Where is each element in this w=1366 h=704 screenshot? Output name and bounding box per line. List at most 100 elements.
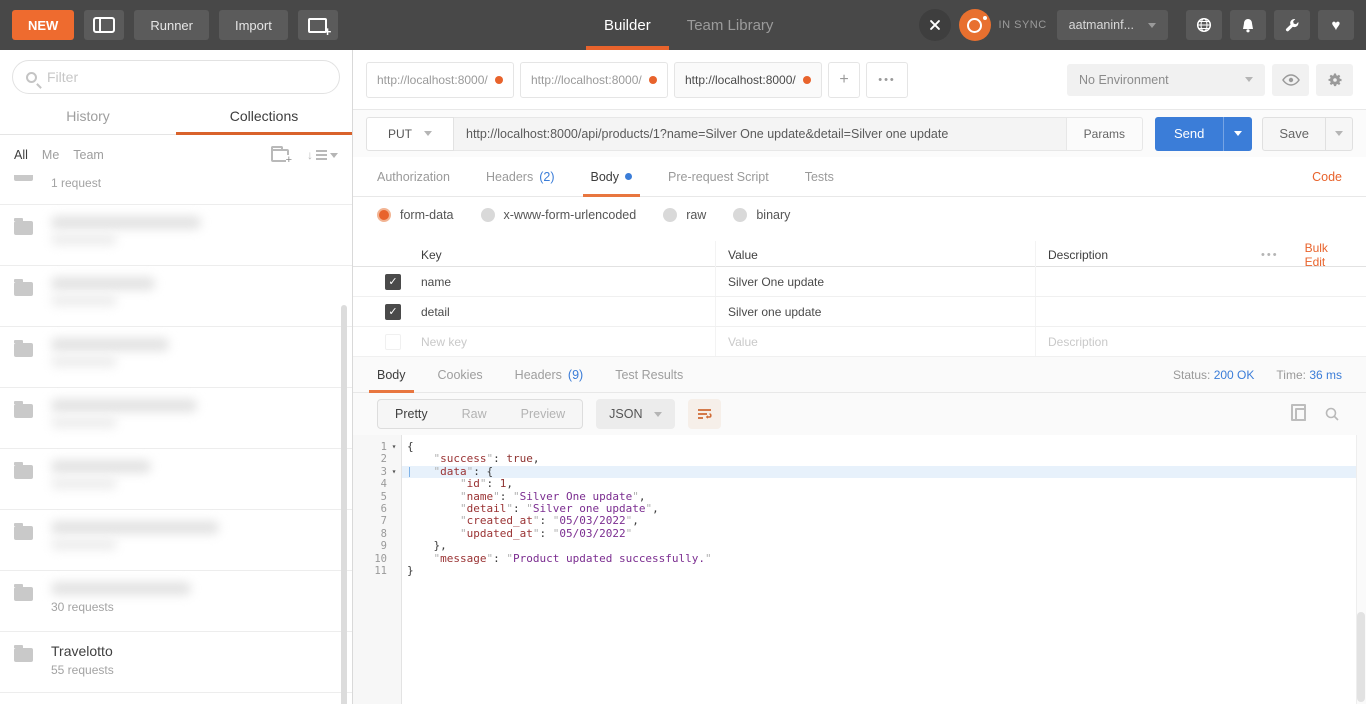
radio-binary[interactable]: binary: [733, 208, 790, 222]
new-description-input[interactable]: Description: [1035, 327, 1261, 356]
key-cell[interactable]: name: [409, 267, 715, 296]
request-tab[interactable]: http://localhost:8000/: [366, 62, 514, 98]
layout-toggle-button[interactable]: [84, 10, 124, 40]
collection-item[interactable]: 30 requests: [0, 571, 352, 632]
environment-selector[interactable]: No Environment: [1067, 64, 1265, 96]
view-mode-pretty[interactable]: Pretty: [378, 400, 445, 428]
radio-form-data[interactable]: form-data: [377, 208, 454, 222]
url-input[interactable]: http://localhost:8000/api/products/1?nam…: [454, 117, 1067, 151]
new-key-input[interactable]: New key: [409, 327, 715, 356]
collections-scope-row: All Me Team ↓: [0, 135, 352, 175]
filter-input[interactable]: [47, 69, 326, 85]
new-button[interactable]: NEW: [12, 10, 74, 40]
favorites-button[interactable]: ♥: [1318, 10, 1354, 40]
tab-headers[interactable]: Headers (2): [486, 157, 555, 197]
new-value-input[interactable]: Value: [715, 327, 1035, 356]
collection-item[interactable]: [0, 327, 352, 388]
environment-settings-button[interactable]: [1316, 64, 1353, 96]
tab-history[interactable]: History: [0, 100, 176, 134]
fold-arrow-icon[interactable]: ▾: [387, 466, 401, 478]
save-button[interactable]: Save: [1262, 117, 1353, 151]
language-selector[interactable]: JSON: [596, 399, 675, 429]
collection-subtitle: [51, 539, 117, 550]
response-scrollbar-thumb[interactable]: [1357, 612, 1365, 702]
sidebar-scrollbar[interactable]: [341, 305, 347, 704]
save-options-caret[interactable]: [1325, 118, 1352, 150]
environment-preview-button[interactable]: [1272, 64, 1309, 96]
generate-code-link[interactable]: Code: [1312, 170, 1342, 184]
description-cell[interactable]: [1035, 267, 1261, 296]
wrap-text-button[interactable]: [688, 399, 721, 429]
method-selector[interactable]: PUT: [366, 117, 454, 151]
new-collection-icon[interactable]: [271, 149, 289, 162]
runner-button[interactable]: Runner: [134, 10, 209, 40]
copy-response-icon[interactable]: [1295, 408, 1306, 421]
radio-x-www-form-urlencoded[interactable]: x-www-form-urlencoded: [481, 208, 637, 222]
table-more-button[interactable]: •••: [1261, 249, 1279, 261]
checkbox-column-header: [365, 241, 409, 269]
import-button[interactable]: Import: [219, 10, 288, 40]
settings-wrench-button[interactable]: [1274, 10, 1310, 40]
filter-search[interactable]: [12, 60, 340, 94]
bulk-edit-link[interactable]: Bulk Edit: [1305, 241, 1348, 269]
sort-icon[interactable]: ↓: [307, 148, 338, 162]
send-button[interactable]: Send: [1155, 117, 1252, 151]
response-tab-cookies[interactable]: Cookies: [438, 357, 483, 393]
tab-team-library[interactable]: Team Library: [669, 0, 792, 50]
request-tab[interactable]: http://localhost:8000/: [520, 62, 668, 98]
tab-collections[interactable]: Collections: [176, 100, 352, 134]
view-mode-preview[interactable]: Preview: [504, 400, 582, 428]
tab-tests[interactable]: Tests: [805, 157, 834, 197]
new-tab-button[interactable]: +: [828, 62, 860, 98]
response-scrollbar[interactable]: [1356, 435, 1366, 704]
request-tab-active[interactable]: http://localhost:8000/: [674, 62, 822, 98]
collection-item[interactable]: [0, 388, 352, 449]
fold-arrow-icon[interactable]: ▾: [387, 441, 401, 453]
table-header-row: Key Value Description ••• Bulk Edit: [353, 241, 1366, 267]
key-cell[interactable]: detail: [409, 297, 715, 326]
sync-status-icon[interactable]: [959, 9, 991, 41]
response-headers-label: Headers: [515, 368, 562, 382]
collection-item[interactable]: Travelotto55 requests: [0, 632, 352, 693]
code-token: Silver one update: [533, 502, 646, 515]
response-tab-headers[interactable]: Headers (9): [515, 357, 584, 393]
postman-app: NEW Runner Import Builder Team Library I…: [0, 0, 1366, 704]
collection-item[interactable]: [0, 449, 352, 510]
collection-subtitle: [51, 234, 117, 245]
params-button[interactable]: Params: [1067, 117, 1143, 151]
collection-item[interactable]: 1 request: [0, 175, 352, 205]
collection-item[interactable]: [0, 510, 352, 571]
code-token: : {: [473, 465, 493, 478]
description-cell[interactable]: [1035, 297, 1261, 326]
row-checkbox[interactable]: ✓: [385, 274, 401, 290]
response-tab-test-results[interactable]: Test Results: [615, 357, 683, 393]
view-mode-raw[interactable]: Raw: [445, 400, 504, 428]
radio-raw[interactable]: raw: [663, 208, 706, 222]
scope-team[interactable]: Team: [73, 148, 104, 162]
value-cell[interactable]: Silver One update: [715, 267, 1035, 296]
scope-all[interactable]: All: [14, 148, 28, 162]
collection-item-text: [51, 338, 169, 376]
capture-icon: [928, 18, 942, 32]
collection-item[interactable]: [0, 266, 352, 327]
tab-builder[interactable]: Builder: [586, 0, 669, 50]
row-checkbox[interactable]: ✓: [385, 304, 401, 320]
tab-authorization[interactable]: Authorization: [377, 157, 450, 197]
explore-button[interactable]: [1186, 10, 1222, 40]
search-response-icon[interactable]: [1324, 406, 1340, 422]
account-dropdown[interactable]: aatmaninf...: [1057, 10, 1168, 40]
new-window-button[interactable]: [298, 10, 338, 40]
collection-subtitle: 30 requests: [51, 600, 191, 614]
response-code[interactable]: { "success": true, "data": { "id": 1, "n…: [402, 435, 1366, 704]
send-options-caret[interactable]: [1223, 117, 1252, 151]
collection-item[interactable]: [0, 205, 352, 266]
response-tab-body[interactable]: Body: [377, 357, 406, 393]
tab-body[interactable]: Body: [591, 157, 633, 197]
scope-me[interactable]: Me: [42, 148, 59, 162]
value-cell[interactable]: Silver one update: [715, 297, 1035, 326]
request-tab-label: http://localhost:8000/: [531, 73, 642, 87]
tab-pre-request-script[interactable]: Pre-request Script: [668, 157, 769, 197]
more-tabs-button[interactable]: •••: [866, 62, 908, 98]
notifications-button[interactable]: [1230, 10, 1266, 40]
capture-requests-button[interactable]: [919, 9, 951, 41]
